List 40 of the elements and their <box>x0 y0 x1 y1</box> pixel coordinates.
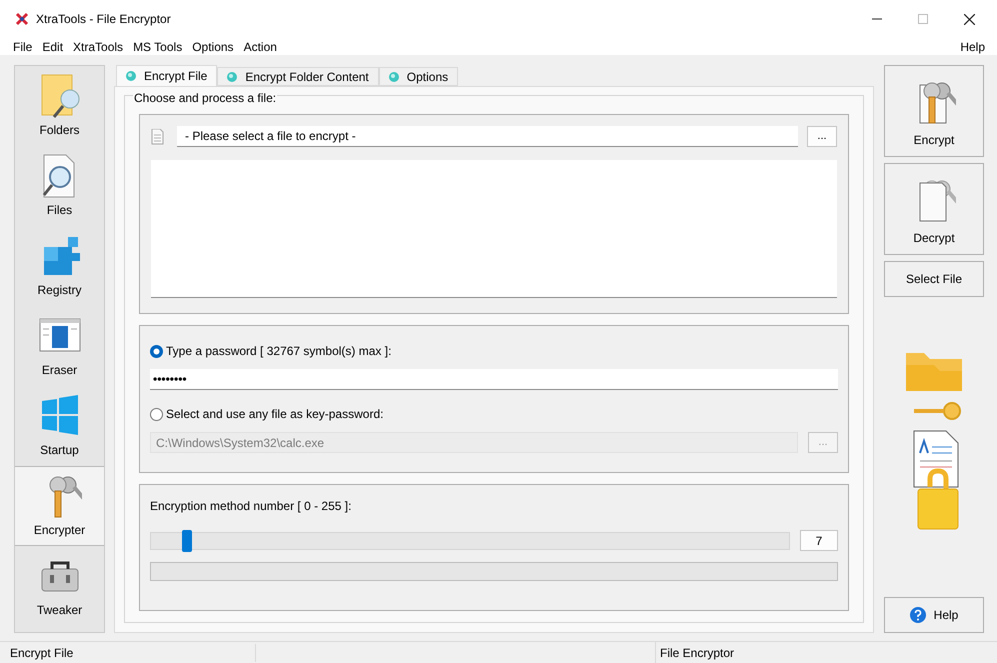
browse-button[interactable]: ... <box>807 126 837 147</box>
sidebar-item[interactable]: Files <box>15 146 104 226</box>
menu-item[interactable]: XtraTools <box>68 38 128 56</box>
status-text: Encrypt File <box>0 644 256 662</box>
maximize-icon <box>918 14 928 24</box>
password-field[interactable]: •••••••• <box>150 369 838 390</box>
radio-option[interactable]: Select and use any file as key-password: <box>150 405 838 423</box>
file-path-field[interactable]: - Please select a file to encrypt - <box>177 126 798 147</box>
document-icon <box>151 128 164 144</box>
sidebar-item[interactable]: Registry <box>15 226 104 306</box>
menu-item[interactable]: File <box>8 38 38 56</box>
method-value: 7 <box>800 530 838 551</box>
radio-option[interactable]: Type a password [ 32767 symbol(s) max ]: <box>150 342 838 360</box>
select-file-button[interactable]: Select File <box>884 261 984 297</box>
tab[interactable]: Options <box>378 67 458 86</box>
tab[interactable]: Encrypt Folder Content <box>217 67 379 86</box>
sidebar-item[interactable]: Eraser <box>15 306 104 386</box>
sidebar-item[interactable]: Tweaker <box>15 546 104 626</box>
tab[interactable]: Encrypt File <box>116 65 218 86</box>
window-title: XtraTools - File Encryptor <box>36 11 171 28</box>
decrypt-button[interactable]: Decrypt <box>884 163 984 255</box>
sidebar-item[interactable]: Startup <box>15 386 104 466</box>
help-button[interactable]: Help <box>884 597 984 633</box>
method-label: Encryption method number [ 0 - 255 ]: <box>150 498 352 515</box>
status-text: File Encryptor <box>659 644 734 662</box>
help-icon <box>910 607 926 623</box>
bullet-icon <box>388 72 399 82</box>
bullet-icon <box>227 72 238 82</box>
menu-item[interactable]: Edit <box>37 38 68 56</box>
sidebar-item[interactable]: Folders <box>15 66 104 146</box>
app-logo-icon <box>14 11 30 27</box>
menu-item[interactable]: Help <box>960 38 985 56</box>
slider-thumb[interactable] <box>182 530 192 552</box>
menu-item[interactable]: Action <box>238 38 282 56</box>
menu-item[interactable]: Options <box>187 38 239 56</box>
bullet-icon <box>126 71 136 81</box>
close-icon <box>964 14 975 24</box>
encrypt-button[interactable]: Encrypt <box>884 65 984 157</box>
sidebar-item[interactable]: Encrypter <box>15 466 104 546</box>
menu-item[interactable]: MS Tools <box>128 38 188 56</box>
